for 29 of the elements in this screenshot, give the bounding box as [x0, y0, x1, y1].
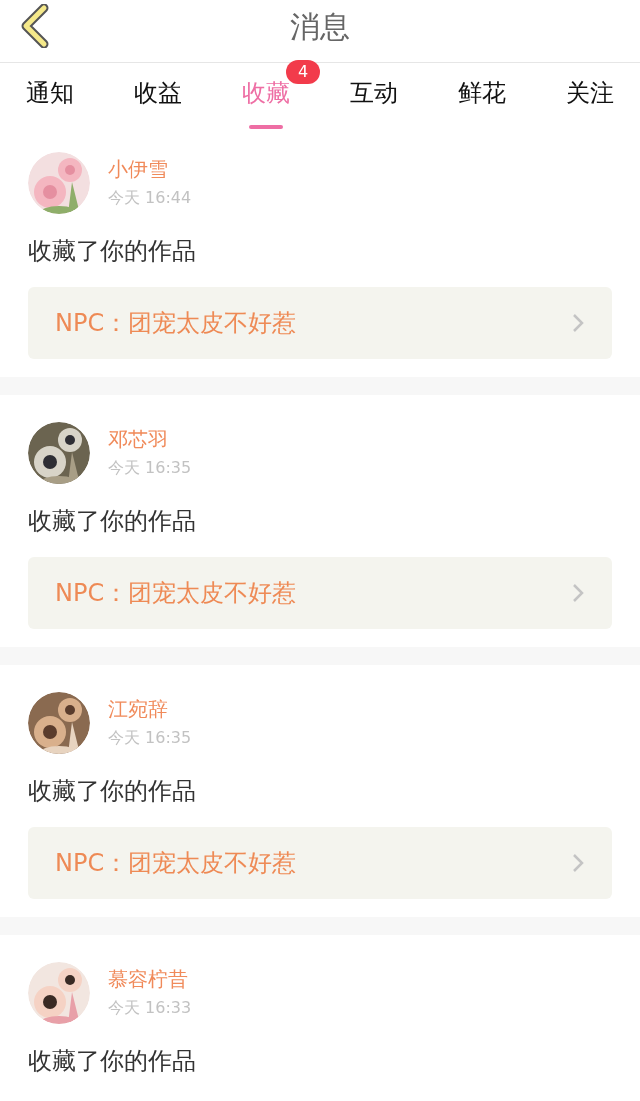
count-badge: 4: [286, 60, 320, 84]
message-text: 收藏了你的作品: [28, 507, 196, 535]
message-text: 收藏了你的作品: [28, 777, 196, 805]
work-link-card[interactable]: NPC：团宠太皮不好惹: [28, 557, 612, 629]
tab[interactable]: 鲜花: [458, 73, 506, 115]
work-title: NPC：团宠太皮不好惹: [55, 578, 297, 609]
message-text: 收藏了你的作品: [28, 237, 196, 265]
time-label: 今天 16:35: [108, 457, 192, 479]
work-title: NPC：团宠太皮不好惹: [55, 848, 297, 879]
tab-indicator: [249, 125, 283, 129]
tab[interactable]: 关注: [566, 73, 614, 115]
time-label: 今天 16:44: [108, 187, 192, 209]
chevron-right-icon: [572, 313, 584, 333]
page-title: 消息: [290, 7, 350, 46]
time-label: 今天 16:33: [108, 997, 192, 1019]
work-title: NPC：团宠太皮不好惹: [55, 308, 297, 339]
work-link-card[interactable]: NPC：团宠太皮不好惹: [28, 827, 612, 899]
tab[interactable]: 收益: [134, 73, 182, 115]
chevron-right-icon: [572, 853, 584, 873]
work-link-card[interactable]: NPC：团宠太皮不好惹: [28, 287, 612, 359]
tab[interactable]: 通知: [26, 73, 74, 115]
user-name[interactable]: 小伊雪: [108, 156, 192, 182]
tab[interactable]: 互动: [350, 73, 398, 115]
user-name[interactable]: 慕容柠昔: [108, 966, 192, 992]
chevron-right-icon: [572, 583, 584, 603]
message-text: 收藏了你的作品: [28, 1047, 196, 1075]
time-label: 今天 16:35: [108, 727, 192, 749]
user-name[interactable]: 江宛辞: [108, 696, 192, 722]
user-name[interactable]: 邓芯羽: [108, 426, 192, 452]
